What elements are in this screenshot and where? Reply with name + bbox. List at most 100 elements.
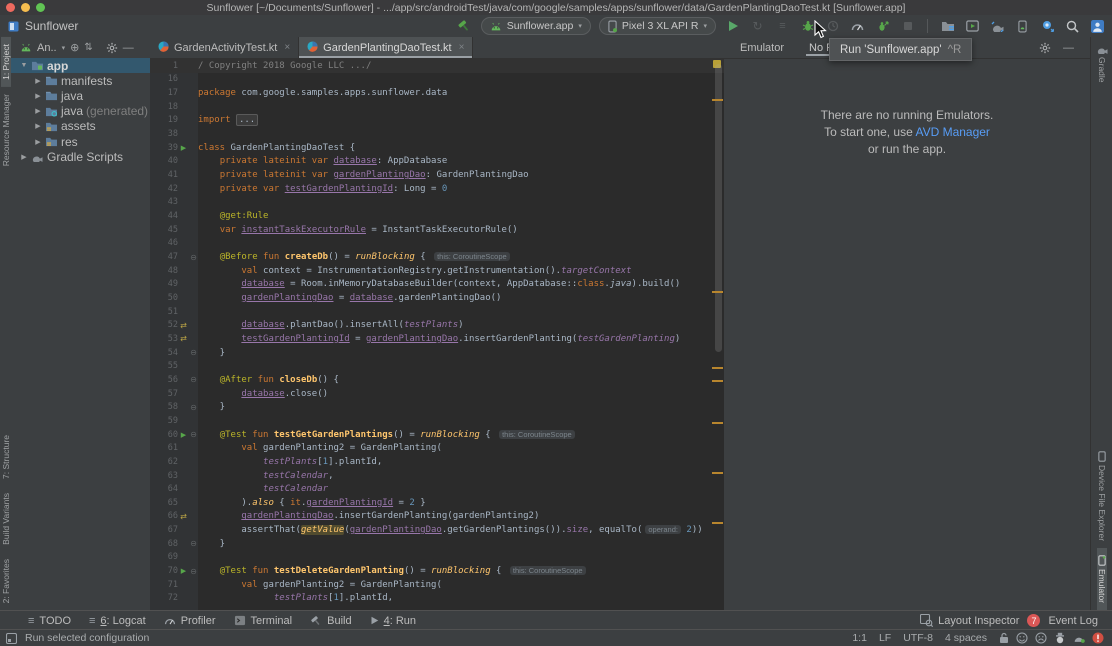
code-line-52[interactable]: 52⇄ database.plantDao().insertAll(testPl… — [150, 318, 724, 332]
code-line-16[interactable]: 16 — [150, 73, 724, 87]
fold-marker-icon[interactable]: ⊖ — [189, 567, 198, 576]
sad-feedback-icon[interactable] — [1035, 632, 1047, 644]
fold-marker-icon[interactable]: ⊖ — [189, 430, 198, 439]
code-line-18[interactable]: 18 — [150, 100, 724, 114]
run-test-icon[interactable]: ▶ — [178, 431, 189, 439]
tree-item-manifests[interactable]: ▶manifests — [11, 73, 150, 88]
tree-expand-arrow[interactable]: ▶ — [33, 77, 43, 85]
code-line-57[interactable]: 57 database.close() — [150, 387, 724, 401]
code-line-47[interactable]: 47⊖ @Before fun createDb() = runBlocking… — [150, 250, 724, 264]
tree-item-java[interactable]: ▶java(generated) — [11, 104, 150, 119]
code-line-41[interactable]: 41 private lateinit var gardenPlantingDa… — [150, 168, 724, 182]
fold-marker-icon[interactable]: ⊖ — [189, 375, 198, 384]
run-button[interactable] — [724, 18, 741, 35]
sdk-manager-button[interactable] — [1014, 18, 1031, 35]
code-line-56[interactable]: 56⊖ @After fun closeDb() { — [150, 373, 724, 387]
error-stripe-mark[interactable] — [712, 367, 723, 369]
toolwindow-toggle-icon[interactable] — [6, 633, 17, 644]
code-line-55[interactable]: 55 — [150, 359, 724, 373]
profile-avatar[interactable] — [1089, 18, 1106, 35]
caret-position[interactable]: 1:1 — [852, 632, 867, 644]
code-line-19[interactable]: 19import ... — [150, 114, 724, 128]
tool-stripe-button-2-favorites[interactable]: 2: Favorites — [1, 552, 11, 610]
tool-stripe-button-device-file-explorer[interactable]: Device File Explorer — [1097, 444, 1107, 548]
tree-item-app[interactable]: ▼app — [11, 58, 150, 73]
tool-stripe-button-emulator[interactable]: Emulator — [1097, 548, 1107, 610]
code-line-64[interactable]: 64 testCalendar — [150, 482, 724, 496]
code-line-46[interactable]: 46 — [150, 237, 724, 251]
code-line-60[interactable]: 60▶⊖ @Test fun testGetGardenPlantings() … — [150, 428, 724, 442]
tool-stripe-button-build-variants[interactable]: Build Variants — [1, 486, 11, 552]
code-line-63[interactable]: 63 testCalendar, — [150, 469, 724, 483]
fold-marker-icon[interactable]: ⊖ — [189, 539, 198, 548]
attach-debugger-button[interactable] — [1039, 18, 1056, 35]
close-tab-icon[interactable]: × — [459, 42, 465, 53]
tree-item-java[interactable]: ▶java — [11, 88, 150, 103]
code-line-53[interactable]: 53⇄ testGardenPlantingId = gardenPlantin… — [150, 332, 724, 346]
tool-stripe-button-1-project[interactable]: 1: Project — [1, 37, 11, 87]
tree-expand-arrow[interactable]: ▶ — [33, 122, 43, 130]
hide-panel-icon[interactable]: — — [123, 42, 134, 54]
debug-button[interactable] — [799, 18, 816, 35]
code-line-58[interactable]: 58⊖ } — [150, 400, 724, 414]
tool-window-button-6-logcat[interactable]: ≡6: Logcat — [89, 615, 146, 627]
tree-item-gradle-scripts[interactable]: ▶Gradle Scripts — [11, 149, 150, 164]
tree-item-res[interactable]: ▶res — [11, 134, 150, 149]
run-test-icon[interactable]: ▶ — [178, 144, 189, 152]
tree-expand-arrow[interactable]: ▶ — [33, 92, 43, 100]
apply-changes-button[interactable] — [874, 18, 891, 35]
code-line-1[interactable]: 1/ Copyright 2018 Google LLC .../ — [150, 59, 724, 73]
project-view-selector[interactable]: An.. — [37, 42, 57, 54]
error-stripe-mark[interactable] — [712, 291, 723, 293]
event-log-button[interactable]: Event Log — [1048, 615, 1098, 627]
locate-icon[interactable]: ⊕ — [70, 41, 79, 54]
device-select[interactable]: Pixel 3 XL API R▾ — [599, 17, 716, 35]
editor-tab-gardenactivitytest-kt[interactable]: GardenActivityTest.kt× — [150, 37, 299, 58]
avd-manager-button[interactable] — [964, 18, 981, 35]
tree-expand-arrow[interactable]: ▶ — [33, 107, 43, 115]
search-everywhere-button[interactable] — [1064, 18, 1081, 35]
happy-feedback-icon[interactable] — [1016, 632, 1028, 644]
tree-expand-arrow[interactable]: ▶ — [19, 153, 29, 161]
lock-icon[interactable] — [999, 632, 1009, 644]
tool-stripe-button-gradle[interactable]: Gradle — [1096, 37, 1109, 90]
code-line-66[interactable]: 66⇄ gardenPlantingDao.insertGardenPlanti… — [150, 510, 724, 524]
tool-window-button-build[interactable]: Build — [310, 615, 351, 627]
inspections-profile-icon[interactable] — [1054, 632, 1066, 644]
code-line-69[interactable]: 69 — [150, 551, 724, 565]
tool-stripe-button-resource-manager[interactable]: Resource Manager — [1, 87, 11, 173]
code-line-17[interactable]: 17package com.google.samples.apps.sunflo… — [150, 86, 724, 100]
error-notification-icon[interactable] — [1092, 632, 1104, 644]
code-line-65[interactable]: 65 ).also { it.gardenPlantingId = 2 } — [150, 496, 724, 510]
code-line-62[interactable]: 62 testPlants[1].plantId, — [150, 455, 724, 469]
tool-stripe-button-7-structure[interactable]: 7: Structure — [1, 428, 11, 486]
settings-gear-icon[interactable] — [106, 42, 118, 54]
close-tab-icon[interactable]: × — [284, 42, 290, 53]
tool-window-button-profiler[interactable]: Profiler — [164, 615, 216, 627]
error-stripe-mark[interactable] — [712, 472, 723, 474]
run-configuration-select[interactable]: Sunflower.app▾ — [481, 17, 591, 35]
hide-panel-icon[interactable]: — — [1063, 42, 1074, 54]
code-line-54[interactable]: 54⊖ } — [150, 346, 724, 360]
editor-tab-gardenplantingdaotest-kt[interactable]: GardenPlantingDaoTest.kt× — [299, 37, 473, 58]
error-stripe-mark[interactable] — [712, 522, 723, 524]
project-structure-button[interactable] — [939, 18, 956, 35]
run-test-icon[interactable]: ▶ — [178, 567, 189, 575]
breadcrumb[interactable]: Sunflower — [8, 19, 78, 33]
breadcrumb-project[interactable]: Sunflower — [25, 19, 78, 33]
code-line-39[interactable]: 39▶class GardenPlantingDaoTest { — [150, 141, 724, 155]
gradle-sync-button[interactable] — [989, 18, 1006, 35]
fold-marker-icon[interactable]: ⊖ — [189, 403, 198, 412]
code-line-71[interactable]: 71 val gardenPlanting2 = GardenPlanting( — [150, 578, 724, 592]
code-line-40[interactable]: 40 private lateinit var database: AppDat… — [150, 155, 724, 169]
code-line-45[interactable]: 45 var instantTaskExecutorRule = Instant… — [150, 223, 724, 237]
code-line-43[interactable]: 43 — [150, 196, 724, 210]
android-device-icon[interactable] — [1073, 633, 1085, 643]
tree-expand-arrow[interactable]: ▼ — [19, 62, 29, 69]
tool-window-button-4-run[interactable]: 4: Run — [370, 615, 416, 627]
error-stripe-mark[interactable] — [712, 422, 723, 424]
tree-item-assets[interactable]: ▶assets — [11, 119, 150, 134]
code-area[interactable]: 1/ Copyright 2018 Google LLC .../1617pac… — [150, 59, 724, 610]
layout-inspector-button[interactable]: Layout Inspector — [920, 614, 1019, 627]
code-line-70[interactable]: 70▶⊖ @Test fun testDeleteGardenPlanting(… — [150, 564, 724, 578]
